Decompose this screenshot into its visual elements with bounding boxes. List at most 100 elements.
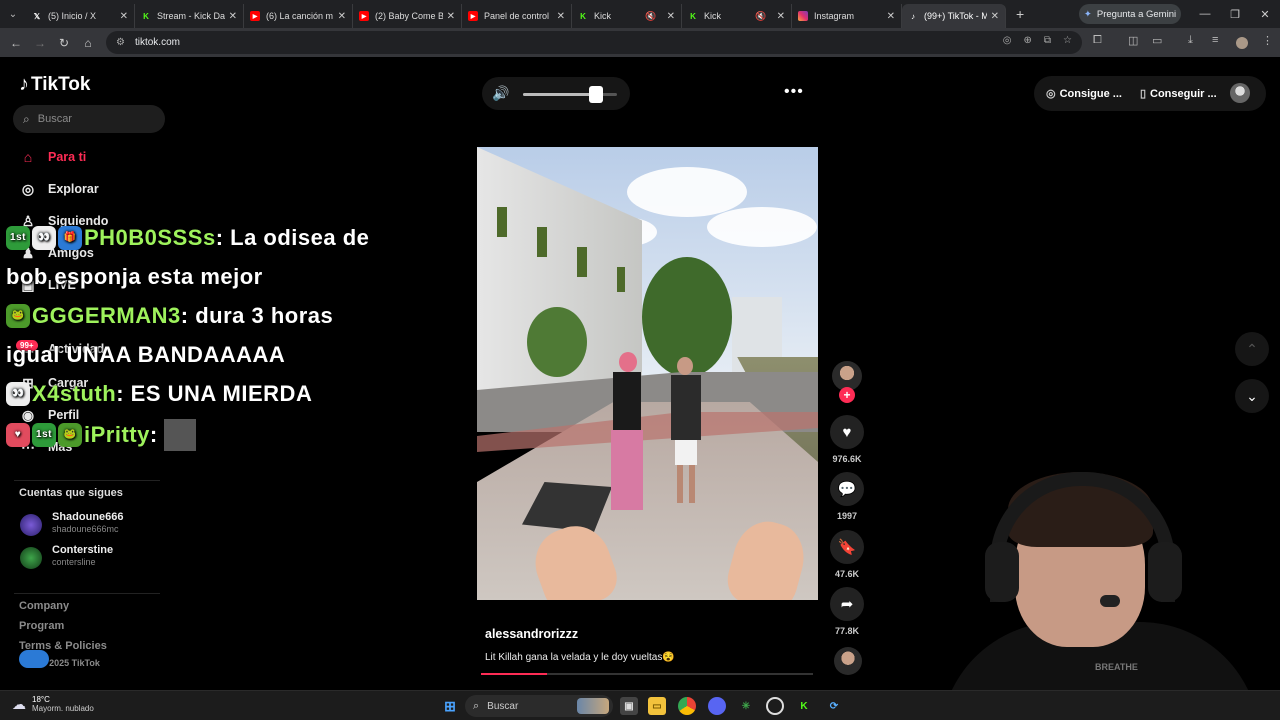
video-author[interactable]: alessandrorizzz [485,627,578,641]
following-item[interactable]: Shadoune666 shadoune666mc [20,511,200,539]
nav-explorar[interactable]: ◎ Explorar [18,177,218,201]
footer-link[interactable]: Company [19,600,69,612]
cloud [627,167,747,217]
chat-message: 👀 X4stuth: ES UNA MIERDA [6,381,312,407]
app-icon[interactable]: ✳ [737,697,755,715]
app-download-toggle[interactable] [19,650,49,668]
search-input[interactable]: ⌕ Buscar [13,105,165,133]
reload-icon[interactable]: ↻ [52,36,76,50]
app-label: Conseguir ... [1150,87,1217,100]
nav-label: Explorar [48,182,99,196]
get-coins-button[interactable]: ◎ Consigue ... [1046,87,1122,101]
close-icon[interactable]: ✕ [887,11,895,22]
kebab-menu-icon[interactable]: ⋮ [1262,34,1273,47]
close-icon[interactable]: ✕ [447,11,455,22]
previous-video-button[interactable]: ⌃ [1235,332,1269,366]
download-icon[interactable]: ⤓ [1188,34,1193,47]
url-field[interactable]: ⚙ tiktok.com ◎ ⊕ ⧉ ☆ [106,31,1082,54]
tab-x[interactable]: 𝕏 (5) Inicio / X ✕ [26,4,135,28]
install-icon[interactable]: ⧉ [1044,35,1051,46]
next-video-button[interactable]: ⌄ [1235,379,1269,413]
chat-username: X4stuth [32,381,117,406]
tab-instagram[interactable]: Instagram ✕ [792,4,902,28]
tab-search-icon[interactable]: ⌄ [0,0,26,28]
tab-youtube-2[interactable]: ▶ (2) Baby Come Bi ✕ [353,4,462,28]
video-player[interactable] [477,147,818,600]
sidepanel-icon[interactable]: ▭ [1152,34,1162,47]
maximize-button[interactable]: ❐ [1220,0,1250,28]
video-description: Lit Killah gana la velada y le doy vuelt… [485,652,675,663]
extensions-icon[interactable]: ⧠ [1093,34,1102,47]
new-tab-button[interactable]: + [1016,6,1024,22]
close-icon[interactable]: ✕ [120,11,128,22]
site-info-icon[interactable]: ⚙ [116,37,125,48]
following-handle: contersline [52,557,96,567]
share-button[interactable]: ➦ 77.8K [830,587,864,636]
user-avatar[interactable] [1230,83,1250,103]
volume-knob[interactable] [589,86,604,103]
close-window-button[interactable]: ✕ [1250,0,1280,28]
tab-title: Instagram [814,11,855,21]
comment-button[interactable]: 💬 1997 [830,472,864,521]
tiktok-logo[interactable]: ♪ TikTok [19,73,90,96]
music-disc-avatar[interactable] [834,647,862,675]
more-options-icon[interactable]: ••• [784,83,804,101]
tab-kick-1[interactable]: K Kick 🔇 ✕ [572,4,682,28]
tab-youtube-panel[interactable]: ▶ Panel de control ✕ [462,4,572,28]
volume-control[interactable]: 🔊 [482,77,630,110]
tab-kick-2[interactable]: K Kick 🔇 ✕ [682,4,792,28]
minimize-button[interactable]: — [1190,0,1220,28]
task-view-icon[interactable]: ▣ [620,697,638,715]
tab-title: (99+) TikTok - Ma [924,11,987,21]
like-button[interactable]: ♥ 976.6K [830,415,864,464]
zoom-icon[interactable]: ⊕ [1024,35,1032,46]
video-person-pink [607,352,647,517]
gemini-label: Pregunta a Gemini [1096,8,1177,20]
follow-plus-button[interactable]: + [839,387,855,403]
save-button[interactable]: 🔖 47.6K [830,530,864,579]
video-tree [527,307,587,377]
extension-icon[interactable]: ◫ [1128,34,1138,47]
close-icon[interactable]: ✕ [338,11,346,22]
discord-icon[interactable] [708,697,726,715]
frog-emote-icon: 🐸 [6,304,30,328]
muted-speaker-icon[interactable]: 🔇 [645,11,656,22]
steam-icon[interactable]: ⟳ [825,697,843,715]
tab-tiktok[interactable]: ♪ (99+) TikTok - Ma ✕ [902,4,1006,28]
tab-youtube-1[interactable]: ▶ (6) La canción m ✕ [244,4,353,28]
close-icon[interactable]: ✕ [557,11,565,22]
ask-gemini-button[interactable]: ✦ Pregunta a Gemini [1079,4,1181,24]
nav-para-ti[interactable]: ⌂ Para ti [18,145,218,169]
windows-start-icon[interactable]: ⊞ [441,697,459,715]
tab-kick-stream[interactable]: K Stream - Kick Da ✕ [135,4,244,28]
close-icon[interactable]: ✕ [229,11,237,22]
close-icon[interactable]: ✕ [777,11,785,22]
kick-icon[interactable]: K [795,697,813,715]
weather-widget[interactable]: ☁ 18°C Mayorm. nublado [12,695,94,713]
sidebar-divider [14,480,160,481]
muted-speaker-icon[interactable]: 🔇 [755,11,766,22]
speaker-icon[interactable]: 🔊 [492,85,509,102]
home-icon[interactable]: ⌂ [76,36,100,50]
shirt-text: BREATHE [1095,662,1138,672]
footer-link[interactable]: Program [19,620,64,632]
avatar [20,514,42,536]
file-explorer-icon[interactable]: ▭ [648,697,666,715]
video-progress-bar[interactable] [481,673,813,675]
media-icon[interactable]: ≡ [1212,34,1218,46]
following-item[interactable]: Conterstine contersline [20,544,200,572]
close-icon[interactable]: ✕ [991,11,999,22]
back-icon[interactable]: ← [4,36,28,50]
webcam-overlay: BREATHE [900,457,1280,690]
close-icon[interactable]: ✕ [667,11,675,22]
volume-slider[interactable] [523,86,617,103]
profile-avatar[interactable] [1236,37,1248,49]
forward-icon[interactable]: → [28,36,52,50]
share-icon: ➦ [830,587,864,621]
eye-off-icon[interactable]: ◎ [1003,35,1012,46]
chrome-icon[interactable] [678,697,696,715]
bookmark-star-icon[interactable]: ☆ [1063,35,1072,46]
obs-icon[interactable] [766,697,784,715]
taskbar-search[interactable]: ⌕ Buscar [465,695,613,717]
get-app-button[interactable]: ▯ Conseguir ... [1140,87,1217,101]
